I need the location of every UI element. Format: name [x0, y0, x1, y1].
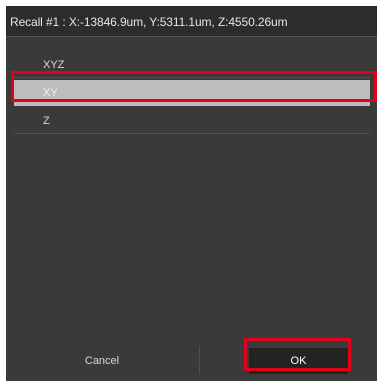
ok-button[interactable]: OK: [249, 348, 348, 374]
dialog-title: Recall #1 : X:-13846.9um, Y:5311.1um, Z:…: [10, 15, 288, 29]
list-item-label: XYZ: [43, 59, 65, 71]
list-item-xyz[interactable]: XYZ: [14, 52, 370, 78]
list-item-xy[interactable]: XY: [14, 80, 370, 106]
recall-dialog: Recall #1 : X:-13846.9um, Y:5311.1um, Z:…: [6, 6, 377, 381]
list-item-label: XY: [43, 87, 58, 99]
cancel-button[interactable]: Cancel: [50, 348, 154, 374]
list-item-label: Z: [43, 115, 50, 127]
dialog-titlebar: Recall #1 : X:-13846.9um, Y:5311.1um, Z:…: [6, 6, 377, 37]
list-item-z[interactable]: Z: [14, 108, 370, 134]
footer-divider: [199, 346, 200, 374]
dialog-footer: Cancel OK: [6, 338, 377, 381]
